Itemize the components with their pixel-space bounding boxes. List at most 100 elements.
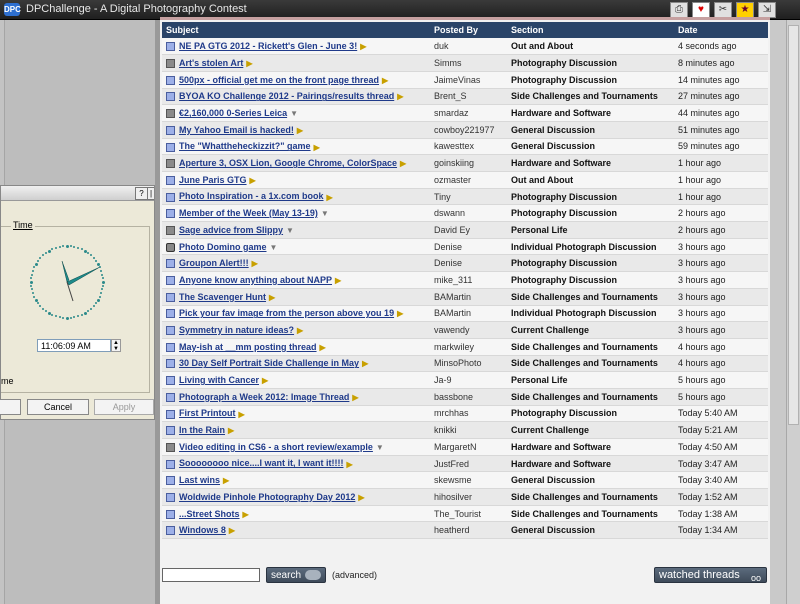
table-row[interactable]: BYOA KO Challenge 2012 - Pairings/result… [162, 88, 768, 106]
jump-to-last-icon[interactable]: ▶ [352, 393, 358, 402]
thread-link[interactable]: Photo Domino game [179, 242, 267, 252]
table-row[interactable]: Art's stolen Art ▶ Simms Photography Discus… [162, 54, 768, 72]
thread-poster[interactable]: duk [430, 38, 507, 56]
jump-to-last-icon[interactable]: ▶ [243, 510, 249, 519]
jump-to-last-icon[interactable]: ▶ [252, 259, 258, 268]
close-button[interactable]: | [147, 187, 154, 200]
scrollbar-thumb[interactable] [788, 25, 799, 425]
thread-link[interactable]: Windows 8 [179, 525, 226, 535]
thread-poster[interactable]: Ja-9 [430, 371, 507, 389]
table-row[interactable]: Photo Inspiration - a 1x.com book ▶ Tiny Ph… [162, 188, 768, 206]
table-row[interactable]: Video editing in CS6 - a short review/ex… [162, 438, 768, 456]
jump-to-last-icon[interactable]: ▶ [358, 493, 364, 502]
table-row[interactable]: Sage advice from Slippy ▼ David Ey Personal… [162, 221, 768, 239]
table-row[interactable]: Last wins ▶ skewsme General Discussion Today… [162, 471, 768, 490]
thread-link[interactable]: Groupon Alert!!! [179, 258, 249, 268]
thread-poster[interactable]: heatherd [430, 521, 507, 540]
thread-link[interactable]: Woldwide Pinhole Photography Day 2012 [179, 492, 355, 502]
thread-poster[interactable]: Simms [430, 54, 507, 72]
thread-link[interactable]: Living with Cancer [179, 375, 259, 385]
thread-link[interactable]: Pick your fav image from the person abov… [179, 308, 394, 318]
thread-link[interactable]: Anyone know anything about NAPP [179, 275, 332, 285]
thread-poster[interactable]: JustFred [430, 455, 507, 473]
col-header-section[interactable]: Section [507, 22, 674, 38]
table-row[interactable]: Woldwide Pinhole Photography Day 2012 ▶ hi… [162, 488, 768, 506]
vertical-scrollbar[interactable] [786, 20, 800, 604]
jump-to-last-icon[interactable]: ▶ [297, 326, 303, 335]
thread-poster[interactable]: dswann [430, 204, 507, 223]
thread-link[interactable]: First Printout [179, 408, 236, 418]
jump-to-last-icon[interactable]: ▶ [228, 426, 234, 435]
thread-poster[interactable]: MargaretN [430, 438, 507, 456]
thread-link[interactable]: Aperture 3, OSX Lion, Google Chrome, Col… [179, 158, 397, 168]
jump-to-last-icon[interactable]: ▶ [250, 176, 256, 185]
jump-to-last-icon[interactable]: ▶ [320, 343, 326, 352]
ok-button[interactable] [0, 399, 21, 415]
expand-down-icon[interactable]: ▼ [286, 226, 294, 235]
time-spinner[interactable]: ▲ ▼ [111, 339, 121, 352]
jump-to-last-icon[interactable]: ▶ [327, 193, 333, 202]
thread-poster[interactable]: mike_311 [430, 271, 507, 289]
jump-to-last-icon[interactable]: ▶ [246, 59, 252, 68]
table-row[interactable]: Photo Domino game ▼ Denise Individual Photo… [162, 238, 768, 256]
thread-link[interactable]: In the Rain [179, 425, 225, 435]
watched-threads-button[interactable]: watched threads oo [654, 567, 767, 583]
jump-to-last-icon[interactable]: ▶ [229, 526, 235, 535]
thread-link[interactable]: BYOA KO Challenge 2012 - Pairings/result… [179, 91, 394, 101]
thread-poster[interactable]: goinskiing [430, 154, 507, 172]
thread-poster[interactable]: smardaz [430, 104, 507, 122]
thread-link[interactable]: Last wins [179, 475, 220, 485]
table-row[interactable]: Photograph a Week 2012: Image Thread ▶ bas… [162, 388, 768, 406]
table-row[interactable]: NE PA GTG 2012 - Rickett's Glen - June 3… [162, 38, 768, 56]
thread-poster[interactable]: skewsme [430, 471, 507, 490]
table-row[interactable]: Pick your fav image from the person abov… [162, 305, 768, 323]
jump-to-last-icon[interactable]: ▶ [400, 159, 406, 168]
jump-to-last-icon[interactable]: ▶ [297, 126, 303, 135]
table-row[interactable]: Member of the Week (May 13-19) ▼ dswann Pho… [162, 204, 768, 223]
jump-to-last-icon[interactable]: ▶ [223, 476, 229, 485]
thread-link[interactable]: Video editing in CS6 - a short review/ex… [179, 442, 373, 452]
thread-link[interactable]: June Paris GTG [179, 175, 247, 185]
jump-to-last-icon[interactable]: ▶ [360, 42, 366, 51]
table-row[interactable]: Soooooooo nice....I want it, I want it!!… [162, 455, 768, 473]
jump-to-last-icon[interactable]: ▶ [397, 309, 403, 318]
thread-poster[interactable]: mrchhas [430, 405, 507, 423]
star-icon[interactable]: ★ [736, 2, 754, 18]
thread-poster[interactable]: ozmaster [430, 171, 507, 189]
jump-to-last-icon[interactable]: ▶ [382, 76, 388, 85]
thread-poster[interactable]: markwiley [430, 338, 507, 356]
table-row[interactable]: Symmetry in nature ideas? ▶ vawendy Current… [162, 321, 768, 339]
thread-link[interactable]: €2,160,000 0-Series Leica [179, 108, 287, 118]
thread-link[interactable]: Photograph a Week 2012: Image Thread [179, 392, 349, 402]
jump-to-last-icon[interactable]: ▶ [314, 143, 320, 152]
thread-poster[interactable]: BAMartin [430, 288, 507, 306]
jump-to-last-icon[interactable]: ▶ [269, 293, 275, 302]
thread-link[interactable]: Art's stolen Art [179, 58, 243, 68]
table-row[interactable]: Anyone know anything about NAPP ▶ mike_311… [162, 271, 768, 289]
printer-icon[interactable]: ⎙ [670, 2, 688, 18]
jump-to-last-icon[interactable]: ▶ [346, 460, 352, 469]
expand-down-icon[interactable]: ▼ [321, 209, 329, 218]
table-row[interactable]: Aperture 3, OSX Lion, Google Chrome, Col… [162, 154, 768, 172]
thread-link[interactable]: Sage advice from Slippy [179, 225, 283, 235]
thread-link[interactable]: My Yahoo Email is hacked! [179, 125, 294, 135]
thread-poster[interactable]: cowboy221977 [430, 121, 507, 139]
table-row[interactable]: Living with Cancer ▶ Ja-9 Personal Life 5 ho… [162, 371, 768, 389]
advanced-search-link[interactable]: (advanced) [332, 570, 377, 580]
table-row[interactable]: 500px - official get me on the front pag… [162, 71, 768, 89]
thread-poster[interactable]: JaimeVinas [430, 71, 507, 89]
thread-poster[interactable]: BAMartin [430, 305, 507, 323]
thread-poster[interactable]: hihosilver [430, 488, 507, 506]
thread-link[interactable]: 30 Day Self Portrait Side Challenge in M… [179, 358, 359, 368]
thread-poster[interactable]: kawesttex [430, 138, 507, 156]
table-row[interactable]: My Yahoo Email is hacked! ▶ cowboy221977 Ge… [162, 121, 768, 139]
thread-link[interactable]: Soooooooo nice....I want it, I want it!!… [179, 458, 343, 468]
search-button[interactable]: search [266, 567, 326, 583]
thread-poster[interactable]: Tiny [430, 188, 507, 206]
thread-link[interactable]: May-ish at __mm posting thread [179, 342, 317, 352]
col-header-subject[interactable]: Subject [162, 22, 430, 38]
jump-to-last-icon[interactable]: ▶ [362, 359, 368, 368]
table-row[interactable]: May-ish at __mm posting thread ▶ markwiley… [162, 338, 768, 356]
tools-icon[interactable]: ✂ [714, 2, 732, 18]
thread-poster[interactable]: Brent_S [430, 88, 507, 106]
